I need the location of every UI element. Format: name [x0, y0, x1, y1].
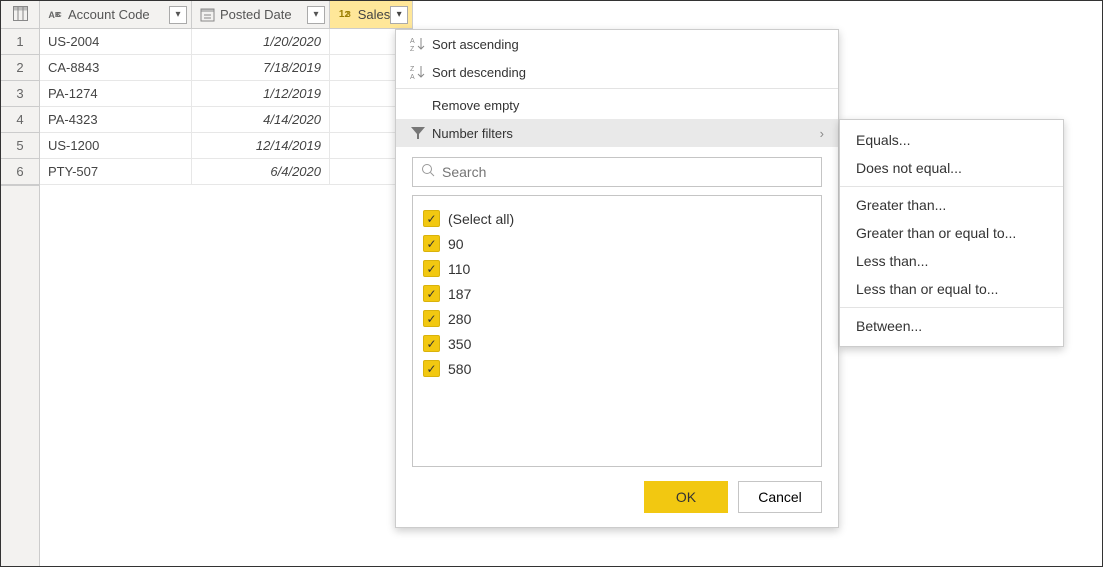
svg-text:A: A	[410, 74, 415, 80]
svg-text:Z: Z	[410, 46, 415, 52]
less-than-item[interactable]: Less than...	[840, 247, 1063, 275]
chevron-right-icon: ›	[820, 126, 824, 141]
checkbox-checked-icon[interactable]: ✓	[423, 335, 440, 352]
number-filters-item[interactable]: Number filters ›	[396, 119, 838, 147]
column-header-sales[interactable]: 123 Sales ▾	[330, 1, 413, 29]
menu-label: Sort descending	[432, 65, 526, 80]
search-wrap	[396, 147, 838, 195]
cell-account-code[interactable]: US-2004	[40, 29, 192, 55]
cell-posted-date[interactable]: 1/12/2019	[192, 81, 330, 107]
svg-text:A: A	[410, 38, 415, 45]
number-filters-submenu: Equals... Does not equal... Greater than…	[839, 119, 1064, 347]
cell-account-code[interactable]: PA-1274	[40, 81, 192, 107]
search-box[interactable]	[412, 157, 822, 187]
select-all-corner[interactable]	[1, 1, 40, 29]
ok-button[interactable]: OK	[644, 481, 728, 513]
column-header-row: ABC Account Code ▾ Posted Date ▾ 123 Sal…	[1, 1, 1102, 29]
text-type-icon: ABC	[44, 10, 66, 20]
column-label: Posted Date	[218, 7, 307, 22]
does-not-equal-item[interactable]: Does not equal...	[840, 154, 1063, 182]
equals-item[interactable]: Equals...	[840, 126, 1063, 154]
checkbox-checked-icon[interactable]: ✓	[423, 310, 440, 327]
filter-value-item[interactable]: ✓ 350	[423, 331, 811, 356]
button-row: OK Cancel	[396, 467, 838, 513]
cell-posted-date[interactable]: 6/4/2020	[192, 159, 330, 185]
menu-label: Sort ascending	[432, 37, 519, 52]
row-number[interactable]: 5	[1, 133, 40, 159]
menu-label: Remove empty	[432, 98, 519, 113]
svg-text:Z: Z	[410, 66, 415, 73]
checkbox-checked-icon[interactable]: ✓	[423, 210, 440, 227]
filter-values-list: ✓ (Select all) ✓ 90 ✓ 110 ✓ 187 ✓ 280 ✓ 350 ✓ 580	[412, 195, 822, 467]
value-label: 90	[448, 236, 464, 252]
column-dropdown-button[interactable]: ▾	[169, 6, 187, 24]
menu-separator	[840, 307, 1063, 308]
column-header-account-code[interactable]: ABC Account Code ▾	[40, 1, 192, 29]
gte-item[interactable]: Greater than or equal to...	[840, 219, 1063, 247]
filter-value-item[interactable]: ✓ 90	[423, 231, 811, 256]
menu-separator	[840, 186, 1063, 187]
select-all-item[interactable]: ✓ (Select all)	[423, 206, 811, 231]
sort-descending-item[interactable]: ZA Sort descending	[396, 58, 838, 86]
row-number[interactable]: 1	[1, 29, 40, 55]
checkbox-checked-icon[interactable]: ✓	[423, 235, 440, 252]
filter-icon	[410, 125, 432, 141]
date-type-icon	[196, 7, 218, 22]
row-number[interactable]: 2	[1, 55, 40, 81]
checkbox-checked-icon[interactable]: ✓	[423, 285, 440, 302]
filter-value-item[interactable]: ✓ 280	[423, 306, 811, 331]
remove-empty-item[interactable]: Remove empty	[396, 91, 838, 119]
cancel-button[interactable]: Cancel	[738, 481, 822, 513]
value-label: 280	[448, 311, 471, 327]
sort-ascending-item[interactable]: AZ Sort ascending	[396, 30, 838, 58]
cell-account-code[interactable]: CA-8843	[40, 55, 192, 81]
table-icon	[13, 6, 28, 24]
cell-account-code[interactable]: PTY-507	[40, 159, 192, 185]
menu-separator	[396, 88, 838, 89]
checkbox-checked-icon[interactable]: ✓	[423, 360, 440, 377]
sort-desc-icon: ZA	[410, 64, 432, 80]
column-filter-menu: AZ Sort ascending ZA Sort descending Rem…	[395, 29, 839, 528]
sort-asc-icon: AZ	[410, 36, 432, 52]
row-gutter-empty	[1, 185, 40, 566]
row-number[interactable]: 3	[1, 81, 40, 107]
row-number[interactable]: 6	[1, 159, 40, 185]
column-label: Sales	[356, 7, 391, 22]
cell-posted-date[interactable]: 4/14/2020	[192, 107, 330, 133]
number-type-icon: 123	[334, 9, 356, 20]
column-label: Account Code	[66, 7, 169, 22]
greater-than-item[interactable]: Greater than...	[840, 191, 1063, 219]
cell-account-code[interactable]: US-1200	[40, 133, 192, 159]
value-label: 110	[448, 261, 470, 277]
column-header-posted-date[interactable]: Posted Date ▾	[192, 1, 330, 29]
cell-posted-date[interactable]: 12/14/2019	[192, 133, 330, 159]
filter-value-item[interactable]: ✓ 110	[423, 256, 811, 281]
checkbox-checked-icon[interactable]: ✓	[423, 260, 440, 277]
lte-item[interactable]: Less than or equal to...	[840, 275, 1063, 303]
value-label: (Select all)	[448, 211, 514, 227]
filter-value-item[interactable]: ✓ 187	[423, 281, 811, 306]
value-label: 580	[448, 361, 471, 377]
between-item[interactable]: Between...	[840, 312, 1063, 340]
row-number[interactable]: 4	[1, 107, 40, 133]
cell-account-code[interactable]: PA-4323	[40, 107, 192, 133]
search-icon	[421, 163, 436, 181]
value-label: 350	[448, 336, 471, 352]
column-dropdown-button[interactable]: ▾	[307, 6, 325, 24]
value-label: 187	[448, 286, 471, 302]
cell-posted-date[interactable]: 7/18/2019	[192, 55, 330, 81]
column-dropdown-button[interactable]: ▾	[390, 6, 408, 24]
search-input[interactable]	[442, 164, 813, 180]
filter-value-item[interactable]: ✓ 580	[423, 356, 811, 381]
menu-label: Number filters	[432, 126, 513, 141]
cell-posted-date[interactable]: 1/20/2020	[192, 29, 330, 55]
